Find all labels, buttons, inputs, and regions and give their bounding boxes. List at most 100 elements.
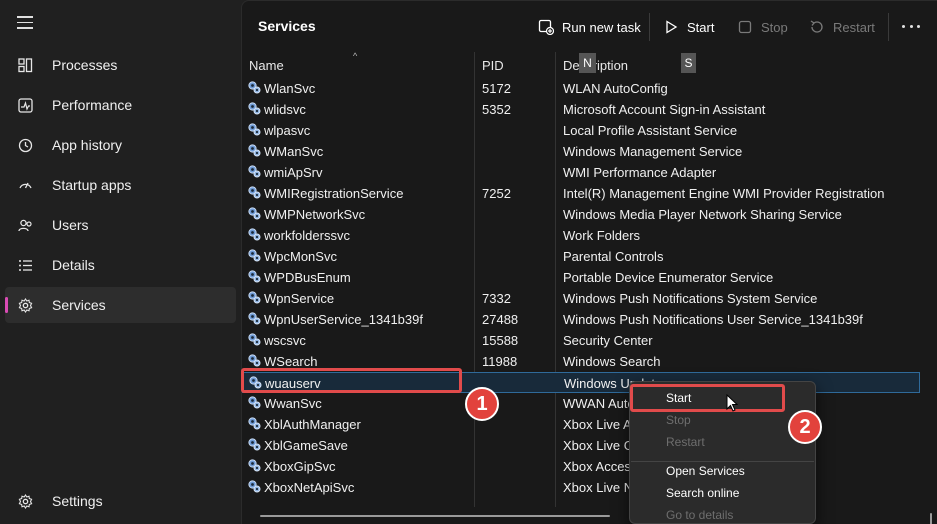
sort-ascending-icon: ^ xyxy=(353,51,358,61)
context-menu-search-online[interactable]: Search online xyxy=(666,486,739,500)
service-gear-icon xyxy=(248,480,261,493)
annotation-highlight-wuauserv xyxy=(241,368,462,393)
table-row[interactable]: WpnService 7332 Windows Push Notifications… xyxy=(242,288,920,309)
processes-icon xyxy=(17,57,33,73)
sidebar-item-details[interactable]: Details xyxy=(5,247,236,283)
column-header-name[interactable]: Name xyxy=(249,58,284,73)
table-row[interactable]: WpnUserService_1341b39f 27488 Windows Push… xyxy=(242,309,920,330)
service-pid: 7252 xyxy=(482,186,511,201)
run-new-task-button[interactable]: Run new task xyxy=(538,16,641,38)
table-row[interactable]: wmiApSrv WMI Performance Adapter xyxy=(242,162,920,183)
users-icon xyxy=(17,217,33,233)
table-row[interactable]: WPDBusEnum Portable Device Enumerator Ser… xyxy=(242,267,920,288)
service-name: wmiApSrv xyxy=(264,165,323,180)
sidebar-item-label: Performance xyxy=(52,97,133,113)
table-row[interactable]: WMIRegistrationService 7252 Intel(R) Manag… xyxy=(242,183,920,204)
service-description: Windows Search xyxy=(563,354,661,369)
sidebar-item-settings[interactable]: Settings xyxy=(5,483,236,519)
table-row[interactable]: WManSvc Windows Management Service xyxy=(242,141,920,162)
service-pid: 5172 xyxy=(482,81,511,96)
horizontal-scrollbar[interactable] xyxy=(260,515,610,517)
context-menu-go-to-details[interactable]: Go to details xyxy=(666,508,733,522)
service-gear-icon xyxy=(248,396,261,409)
service-name: XboxGipSvc xyxy=(264,459,336,474)
table-row[interactable]: wlpasvc Local Profile Assistant Service xyxy=(242,120,920,141)
more-options-icon[interactable] xyxy=(902,25,920,29)
services-icon xyxy=(17,297,33,313)
service-name: WSearch xyxy=(264,354,318,369)
table-row[interactable]: XblGameSave Xbox Live G xyxy=(242,435,920,456)
service-description: Windows Management Service xyxy=(563,144,743,159)
vertical-scrollbar[interactable] xyxy=(930,513,932,524)
service-description: Parental Controls xyxy=(563,249,664,264)
service-name: wscsvc xyxy=(264,333,306,348)
table-row[interactable]: wscsvc 15588 Security Center xyxy=(242,330,920,351)
service-gear-icon xyxy=(248,228,261,241)
services-table: ^ Name PID Description N S WlanSvc5172WL… xyxy=(242,51,937,524)
sidebar-item-processes[interactable]: Processes xyxy=(5,47,236,83)
service-name: workfolderssvc xyxy=(264,228,350,243)
service-name: XblGameSave xyxy=(264,438,348,453)
restart-button[interactable]: Restart xyxy=(809,16,875,38)
table-row[interactable]: XboxGipSvc Xbox Acces xyxy=(242,456,920,477)
table-row[interactable]: wlidsvc 5352 Microsoft Account Sign-in Ass… xyxy=(242,99,920,120)
hamburger-menu-icon[interactable] xyxy=(17,16,33,30)
sidebar-item-performance[interactable]: Performance xyxy=(5,87,236,123)
table-row[interactable]: workfolderssvc Work Folders xyxy=(242,225,920,246)
table-row[interactable]: WlanSvc 5172 WLAN AutoConfig xyxy=(242,78,920,99)
table-row[interactable]: XboxNetApiSvc Xbox Live N xyxy=(242,477,920,498)
service-description: Local Profile Assistant Service xyxy=(563,123,738,138)
startup-icon xyxy=(17,177,33,193)
service-gear-icon xyxy=(248,186,261,199)
toolbar-divider xyxy=(888,13,889,41)
service-gear-icon xyxy=(248,207,261,220)
table-row[interactable]: WwanSvc WWAN Auto xyxy=(242,393,920,414)
toolbar-divider xyxy=(649,13,650,41)
start-button[interactable]: Start xyxy=(663,16,714,38)
tooltip-n: N xyxy=(579,53,596,73)
service-description: Microsoft Account Sign-in Assistant xyxy=(563,102,766,117)
sidebar-item-app-history[interactable]: App history xyxy=(5,127,236,163)
stop-button[interactable]: Stop xyxy=(737,16,788,38)
service-gear-icon xyxy=(248,333,261,346)
service-gear-icon xyxy=(248,417,261,430)
service-description: Xbox Live N xyxy=(563,480,634,495)
sidebar-item-label: Startup apps xyxy=(52,177,132,193)
service-description: Xbox Live G xyxy=(563,438,634,453)
context-menu-restart[interactable]: Restart xyxy=(666,435,705,449)
service-name: WwanSvc xyxy=(264,396,322,411)
gear-icon xyxy=(17,493,33,509)
service-name: WpnUserService_1341b39f xyxy=(264,312,423,327)
service-pid: 15588 xyxy=(482,333,519,348)
context-menu-stop[interactable]: Stop xyxy=(666,413,691,427)
service-name: wlidsvc xyxy=(264,102,306,117)
service-description: Windows Push Notifications System Servic… xyxy=(563,291,818,306)
run-task-icon xyxy=(538,19,554,35)
restart-label: Restart xyxy=(833,19,875,35)
table-row[interactable]: WpcMonSvc Parental Controls xyxy=(242,246,920,267)
service-name: WPDBusEnum xyxy=(264,270,351,285)
sidebar-item-services[interactable]: Services xyxy=(5,287,236,323)
service-pid: 27488 xyxy=(482,312,519,327)
service-gear-icon xyxy=(248,123,261,136)
column-header-pid[interactable]: PID xyxy=(482,58,504,73)
service-pid: 5352 xyxy=(482,102,511,117)
start-label: Start xyxy=(687,19,715,35)
service-gear-icon xyxy=(248,312,261,325)
context-menu-open-services[interactable]: Open Services xyxy=(666,464,745,478)
sidebar-item-startup-apps[interactable]: Startup apps xyxy=(5,167,236,203)
annotation-badge-1: 1 xyxy=(465,387,499,421)
toolbar: Services Run new task Start Stop Restart xyxy=(242,1,937,51)
service-name: WMPNetworkSvc xyxy=(264,207,366,222)
service-description: Work Folders xyxy=(563,228,641,243)
sidebar: Processes Performance App history Startu… xyxy=(0,0,241,524)
service-description: Xbox Acces xyxy=(563,459,631,474)
service-description: Windows Media Player Network Sharing Ser… xyxy=(563,207,842,222)
restart-icon xyxy=(809,19,825,35)
service-description: Intel(R) Management Engine WMI Provider … xyxy=(563,186,885,201)
stop-label: Stop xyxy=(761,19,788,35)
sidebar-item-users[interactable]: Users xyxy=(5,207,236,243)
service-name: WMIRegistrationService xyxy=(264,186,404,201)
service-gear-icon xyxy=(248,270,261,283)
table-row[interactable]: WMPNetworkSvc Windows Media Player Networ… xyxy=(242,204,920,225)
